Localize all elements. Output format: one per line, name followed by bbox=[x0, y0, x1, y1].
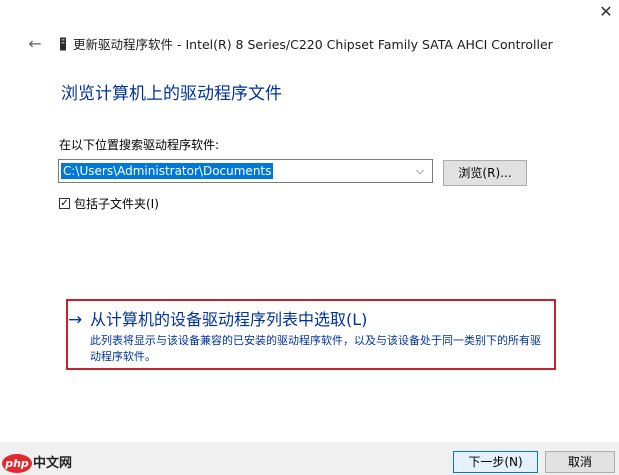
pick-from-device-list-option[interactable]: → 从计算机的设备驱动程序列表中选取(L) 此列表将显示与该设备兼容的已安装的驱… bbox=[66, 299, 556, 370]
php-cn-watermark: php 中文网 bbox=[2, 454, 87, 474]
update-driver-window: ✕ ← 更新驱动程序软件 - Intel(R) 8 Series/C220 Ch… bbox=[0, 0, 619, 475]
path-combobox[interactable]: C:\Users\Administrator\Documents ⌵ bbox=[58, 159, 433, 183]
pick-from-list-link[interactable]: 从计算机的设备驱动程序列表中选取(L) bbox=[90, 309, 367, 331]
chevron-down-icon[interactable]: ⌵ bbox=[410, 160, 430, 182]
next-button[interactable]: 下一步(N) bbox=[453, 451, 538, 473]
arrow-right-icon: → bbox=[68, 310, 83, 330]
device-icon bbox=[60, 37, 66, 51]
search-location-label: 在以下位置搜索驱动程序软件: bbox=[59, 138, 220, 152]
php-logo: php bbox=[2, 454, 32, 473]
pick-from-list-description: 此列表将显示与该设备兼容的已安装的驱动程序软件，以及与该设备处于同一类别下的所有… bbox=[90, 334, 541, 363]
path-input-value[interactable]: C:\Users\Administrator\Documents bbox=[61, 163, 274, 179]
include-subfolders-label[interactable]: 包括子文件夹(I) bbox=[74, 196, 159, 212]
cancel-button[interactable]: 取消 bbox=[545, 451, 615, 473]
back-arrow-icon[interactable]: ← bbox=[26, 35, 44, 53]
close-icon[interactable]: ✕ bbox=[596, 2, 616, 22]
include-subfolders-checkbox[interactable]: ✓ bbox=[59, 198, 70, 209]
window-title: 更新驱动程序软件 - Intel(R) 8 Series/C220 Chipse… bbox=[73, 37, 553, 52]
watermark-site-text: 中文网 bbox=[33, 456, 73, 471]
browse-button[interactable]: 浏览(R)... bbox=[443, 160, 527, 186]
page-heading: 浏览计算机上的驱动程序文件 bbox=[61, 84, 282, 104]
